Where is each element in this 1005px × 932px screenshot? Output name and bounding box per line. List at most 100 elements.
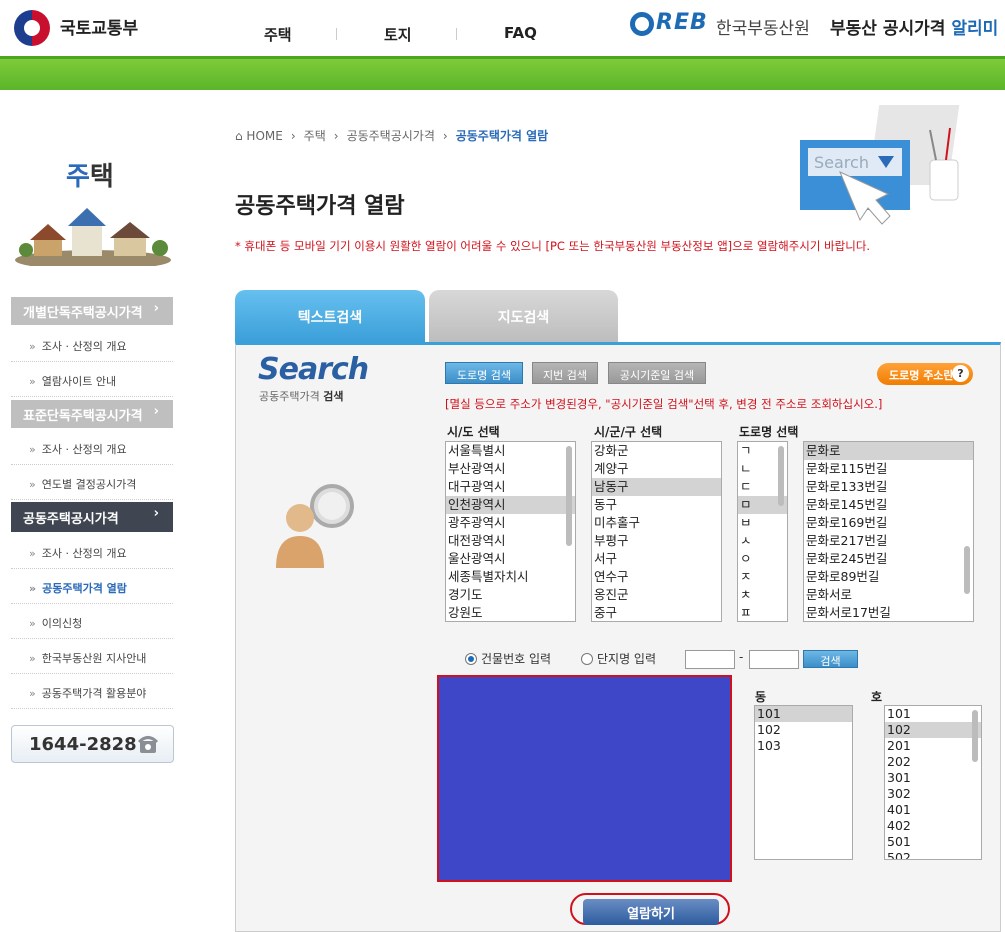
- list-option[interactable]: 문화로115번길: [804, 460, 973, 478]
- breadcrumb-home[interactable]: ⌂ HOME: [235, 129, 283, 143]
- sidebar-item-usage-field[interactable]: » 공동주택가격 활용분야: [11, 675, 173, 709]
- list-option[interactable]: 계양구: [592, 460, 721, 478]
- list-option[interactable]: 402: [885, 818, 981, 834]
- list-option[interactable]: 102: [755, 722, 852, 738]
- list-option[interactable]: 103: [755, 738, 852, 754]
- breadcrumb-apartment[interactable]: 공동주택공시가격: [347, 129, 435, 143]
- road-search-button[interactable]: 도로명 검색: [445, 362, 523, 384]
- lot-search-button[interactable]: 지번 검색: [532, 362, 598, 384]
- list-option[interactable]: 201: [885, 738, 981, 754]
- gnav-land[interactable]: 토지: [384, 24, 412, 45]
- sidebar-item-site-guide[interactable]: » 열람사이트 안내: [11, 363, 173, 397]
- sidebar-item-survey-overview-1[interactable]: » 조사 · 산정의 개요: [11, 328, 173, 362]
- list-option[interactable]: 302: [885, 786, 981, 802]
- bullet-icon: »: [29, 687, 36, 700]
- sigungu-select[interactable]: 강화군 계양구 남동구 동구 미추홀구 부평구 서구 연수구 옹진군 중구: [591, 441, 722, 622]
- list-option[interactable]: 502: [885, 850, 981, 859]
- scrollbar-thumb[interactable]: [964, 546, 970, 594]
- radio-building-number[interactable]: 건물번호 입력: [465, 650, 551, 667]
- list-option[interactable]: 문화로245번길: [804, 550, 973, 568]
- sidebar-item-survey-overview-2[interactable]: » 조사 · 산정의 개요: [11, 431, 173, 465]
- list-option[interactable]: ㅂ: [738, 514, 787, 532]
- building-number-sub-input[interactable]: [749, 650, 799, 669]
- deco-search-text: Search: [814, 153, 869, 172]
- view-button[interactable]: 열람하기: [583, 899, 719, 925]
- list-option[interactable]: 옹진군: [592, 586, 721, 604]
- gnav-faq[interactable]: FAQ: [504, 24, 537, 42]
- list-option[interactable]: 101: [885, 706, 981, 722]
- list-option[interactable]: 중구: [592, 604, 721, 621]
- radio-checked-icon: [465, 653, 477, 665]
- sidebar-item-objection[interactable]: » 이의신청: [11, 605, 173, 639]
- chevron-right-icon: ›: [153, 301, 159, 316]
- list-option[interactable]: 대구광역시: [446, 478, 575, 496]
- list-option[interactable]: 301: [885, 770, 981, 786]
- sidebar-item-apartment-view[interactable]: » 공동주택가격 열람: [11, 570, 173, 604]
- sidebar-item-yearly-price[interactable]: » 연도별 결정공시가격: [11, 466, 173, 500]
- list-option[interactable]: 경기도: [446, 586, 575, 604]
- ministry-name[interactable]: 국토교통부: [60, 14, 138, 39]
- list-option[interactable]: 문화로169번길: [804, 514, 973, 532]
- search-illustration-icon: Search: [800, 105, 960, 225]
- sidebar-section-standard[interactable]: 표준단독주택공시가격 ›: [11, 400, 173, 428]
- list-option[interactable]: 102: [885, 722, 981, 738]
- sidebar-section-apartment[interactable]: 공동주택공시가격 ›: [11, 502, 173, 532]
- tab-text-search[interactable]: 텍스트검색: [235, 290, 425, 342]
- list-option[interactable]: 광주광역시: [446, 514, 575, 532]
- list-option[interactable]: 문화서로17번길: [804, 604, 973, 621]
- list-option[interactable]: ㅈ: [738, 568, 787, 586]
- sidebar-section-individual[interactable]: 개별단독주택공시가격 ›: [11, 297, 173, 325]
- list-option[interactable]: 남동구: [592, 478, 721, 496]
- ho-select[interactable]: 101 102 201 202 301 302 401 402 501 502: [884, 705, 982, 860]
- list-option[interactable]: 문화로: [804, 442, 973, 460]
- scrollbar-thumb[interactable]: [972, 710, 978, 762]
- sido-select[interactable]: 서울특별시 부산광역시 대구광역시 인천광역시 광주광역시 대전광역시 울산광역시 세종특별자…: [445, 441, 576, 622]
- list-option[interactable]: 울산광역시: [446, 550, 575, 568]
- dong-select[interactable]: 101 102 103: [754, 705, 853, 860]
- list-option[interactable]: 문화로133번길: [804, 478, 973, 496]
- sidebar-item-branch-guide[interactable]: » 한국부동산원 지사안내: [11, 640, 173, 674]
- list-option[interactable]: ㅅ: [738, 532, 787, 550]
- radio-unchecked-icon: [581, 653, 593, 665]
- list-option[interactable]: 대전광역시: [446, 532, 575, 550]
- list-option[interactable]: 강원도: [446, 604, 575, 621]
- radio-complex-name[interactable]: 단지명 입력: [581, 650, 656, 667]
- list-option[interactable]: 세종특별자치시: [446, 568, 575, 586]
- building-number-main-input[interactable]: [685, 650, 735, 669]
- scrollbar-thumb[interactable]: [778, 446, 784, 506]
- service-name[interactable]: 부동산 공시가격 알리미: [830, 14, 998, 39]
- list-option[interactable]: ㅍ: [738, 604, 787, 621]
- list-option[interactable]: 연수구: [592, 568, 721, 586]
- list-option[interactable]: 501: [885, 834, 981, 850]
- road-address-button[interactable]: 도로명 주소란?: [877, 363, 973, 385]
- list-option[interactable]: 부평구: [592, 532, 721, 550]
- list-option[interactable]: 401: [885, 802, 981, 818]
- sidebar-item-label: 조사 · 산정의 개요: [41, 340, 127, 353]
- list-option[interactable]: 문화로145번길: [804, 496, 973, 514]
- list-option[interactable]: 강화군: [592, 442, 721, 460]
- gnav-housing[interactable]: 주택: [264, 24, 292, 45]
- list-option[interactable]: 문화로217번길: [804, 532, 973, 550]
- list-option[interactable]: 미추홀구: [592, 514, 721, 532]
- list-option[interactable]: 인천광역시: [446, 496, 575, 514]
- list-option[interactable]: 부산광역시: [446, 460, 575, 478]
- list-option[interactable]: ㅇ: [738, 550, 787, 568]
- list-option[interactable]: 101: [755, 706, 852, 722]
- base-date-search-button[interactable]: 공시기준일 검색: [608, 362, 706, 384]
- scrollbar-thumb[interactable]: [566, 446, 572, 546]
- sidebar-item-survey-overview-3[interactable]: » 조사 · 산정의 개요: [11, 535, 173, 569]
- list-option[interactable]: 서울특별시: [446, 442, 575, 460]
- list-option[interactable]: 문화서로: [804, 586, 973, 604]
- ministry-logo-icon[interactable]: [14, 10, 50, 46]
- list-option[interactable]: 202: [885, 754, 981, 770]
- list-option[interactable]: 서구: [592, 550, 721, 568]
- initial-select[interactable]: ㄱㄴㄷㅁㅂㅅㅇㅈㅊㅍ: [737, 441, 788, 622]
- list-option[interactable]: ㅊ: [738, 586, 787, 604]
- bullet-icon: »: [29, 340, 36, 353]
- list-option[interactable]: 동구: [592, 496, 721, 514]
- road-select[interactable]: 문화로 문화로115번길 문화로133번길 문화로145번길 문화로169번길 문화로21…: [803, 441, 974, 622]
- building-search-button[interactable]: 검색: [803, 650, 858, 668]
- tab-map-search[interactable]: 지도검색: [429, 290, 618, 342]
- breadcrumb-housing[interactable]: 주택: [304, 129, 326, 143]
- list-option[interactable]: 문화로89번길: [804, 568, 973, 586]
